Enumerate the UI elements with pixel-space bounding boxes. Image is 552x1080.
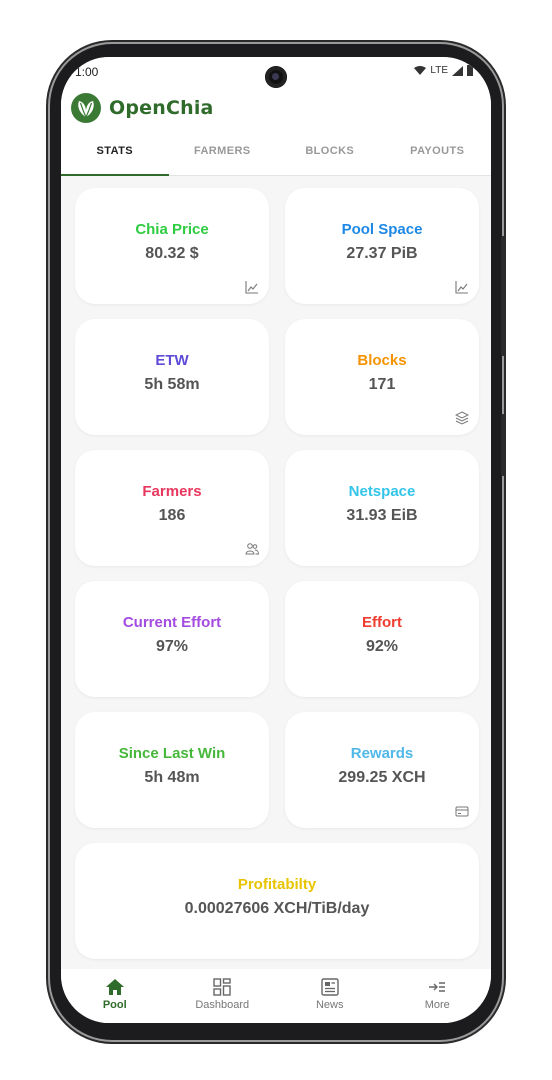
app-logo: OpenChia (71, 93, 214, 123)
card-value: 186 (158, 507, 186, 524)
card-pool-space[interactable]: Pool Space 27.37 PiB (285, 188, 479, 304)
nav-pool[interactable]: Pool (61, 969, 169, 1023)
tab-stats[interactable]: STATS (61, 139, 169, 176)
nav-label: Dashboard (195, 999, 250, 1011)
users-icon[interactable] (245, 542, 259, 556)
card-value: 31.93 EiB (346, 507, 418, 524)
more-icon (429, 982, 446, 992)
tab-blocks[interactable]: BLOCKS (276, 139, 384, 175)
dashboard-icon (213, 978, 231, 996)
card-title: Since Last Win (118, 745, 226, 762)
nav-label: More (424, 999, 450, 1011)
card-value: 27.37 PiB (346, 245, 418, 262)
status-time: 1:00 (75, 65, 99, 79)
card-value: 5h 48m (144, 769, 200, 786)
app-name: OpenChia (109, 97, 214, 119)
bottom-navigation: Pool Dashboard News More (61, 969, 491, 1023)
card-value: 97% (155, 638, 189, 655)
card-title: Pool Space (341, 221, 423, 238)
card-effort[interactable]: Effort 92% (285, 581, 479, 697)
card-title: Chia Price (135, 221, 209, 238)
nav-news[interactable]: News (276, 969, 384, 1023)
battery-icon (467, 65, 473, 76)
card-blocks[interactable]: Blocks 171 (285, 319, 479, 435)
card-title: ETW (155, 352, 189, 369)
card-etw[interactable]: ETW 5h 58m (75, 319, 269, 435)
power-button (501, 414, 505, 476)
tab-bar: STATS FARMERS BLOCKS PAYOUTS (61, 139, 491, 176)
card-title: Netspace (348, 483, 416, 500)
volume-button (501, 236, 505, 356)
card-title: Farmers (142, 483, 202, 500)
nav-label: Pool (102, 999, 127, 1011)
chart-line-icon[interactable] (455, 280, 469, 294)
card-farmers[interactable]: Farmers 186 (75, 450, 269, 566)
card-rewards[interactable]: Rewards 299.25 XCH (285, 712, 479, 828)
front-camera (265, 66, 287, 88)
tab-payouts[interactable]: PAYOUTS (384, 139, 492, 175)
network-label: LTE (430, 65, 448, 76)
screen: 1:00 LTE OpenChia STATS FARMERS BLOCKS P… (61, 57, 491, 1023)
home-icon (105, 979, 124, 995)
signal-icon (452, 65, 463, 76)
card-netspace[interactable]: Netspace 31.93 EiB (285, 450, 479, 566)
nav-label: News (315, 999, 344, 1011)
card-title: Profitabilty (237, 876, 317, 893)
card-value: 5h 58m (144, 376, 200, 393)
card-icon[interactable] (455, 804, 469, 818)
news-icon (321, 978, 339, 996)
nav-dashboard[interactable]: Dashboard (169, 969, 277, 1023)
tab-farmers[interactable]: FARMERS (169, 139, 277, 175)
card-title: Blocks (357, 352, 407, 369)
card-title: Effort (362, 614, 402, 631)
layers-icon[interactable] (455, 411, 469, 425)
card-value: 80.32 $ (145, 245, 199, 262)
card-value: 0.00027606 XCH/TiB/day (184, 900, 370, 917)
card-title: Rewards (350, 745, 414, 762)
status-indicators: LTE (414, 65, 473, 76)
wifi-icon (414, 66, 427, 75)
card-value: 171 (368, 376, 396, 393)
card-title: Current Effort (122, 614, 222, 631)
card-chia-price[interactable]: Chia Price 80.32 $ (75, 188, 269, 304)
card-value: 92% (365, 638, 399, 655)
card-profitability[interactable]: Profitabilty 0.00027606 XCH/TiB/day (75, 843, 479, 959)
card-since-last-win[interactable]: Since Last Win 5h 48m (75, 712, 269, 828)
card-value: 299.25 XCH (338, 769, 426, 786)
nav-more[interactable]: More (384, 969, 492, 1023)
leaf-logo-icon (71, 93, 101, 123)
chart-line-icon[interactable] (245, 280, 259, 294)
card-current-effort[interactable]: Current Effort 97% (75, 581, 269, 697)
